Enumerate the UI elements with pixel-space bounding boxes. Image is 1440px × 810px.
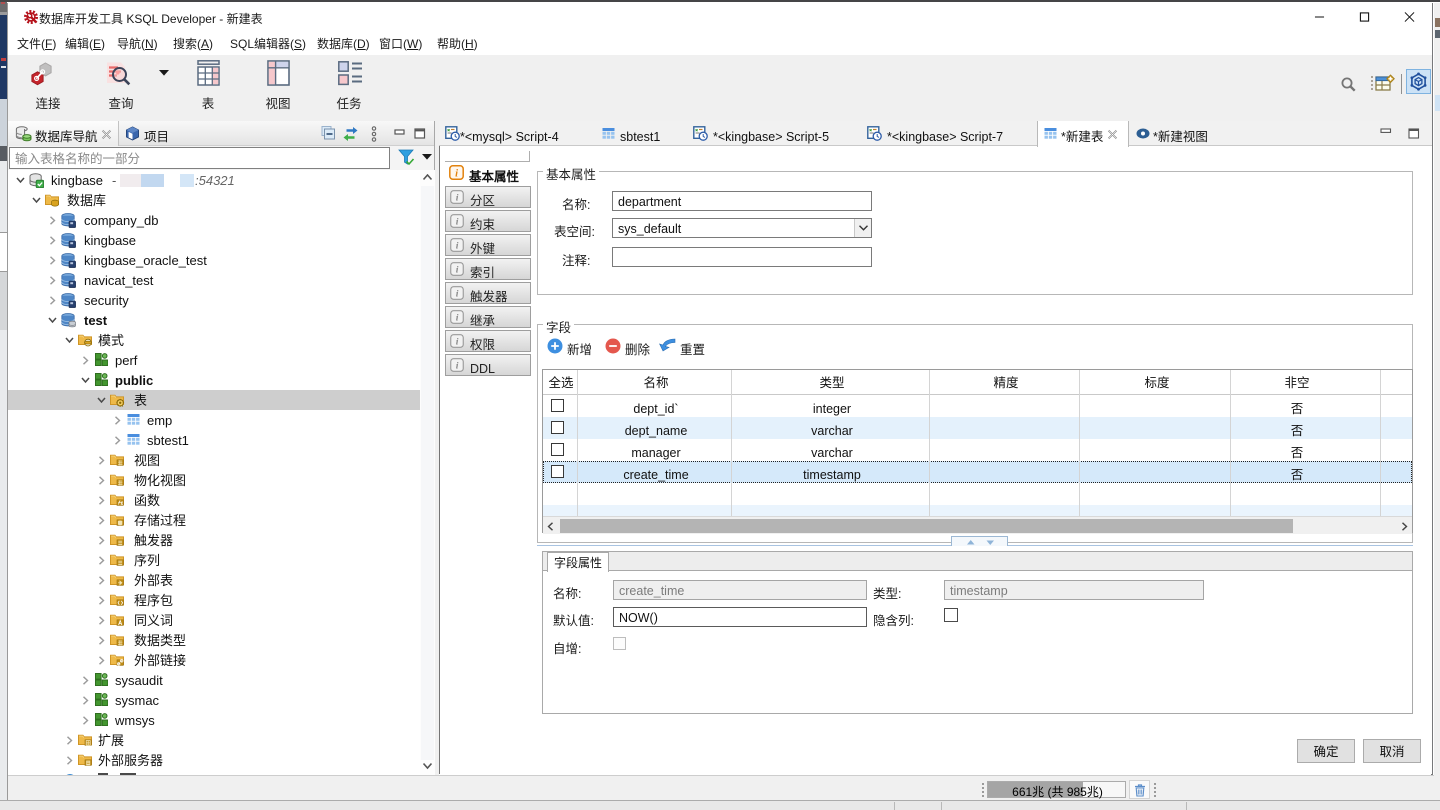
svg-text:i: i	[456, 217, 459, 228]
svg-text:i: i	[456, 289, 459, 300]
svg-text:i: i	[456, 241, 459, 252]
svg-text:i: i	[456, 337, 459, 348]
svg-text:i: i	[456, 313, 459, 324]
svg-text:i: i	[456, 193, 459, 204]
svg-text:i: i	[456, 265, 459, 276]
svg-text:i: i	[456, 361, 459, 372]
svg-text:i: i	[455, 169, 458, 180]
